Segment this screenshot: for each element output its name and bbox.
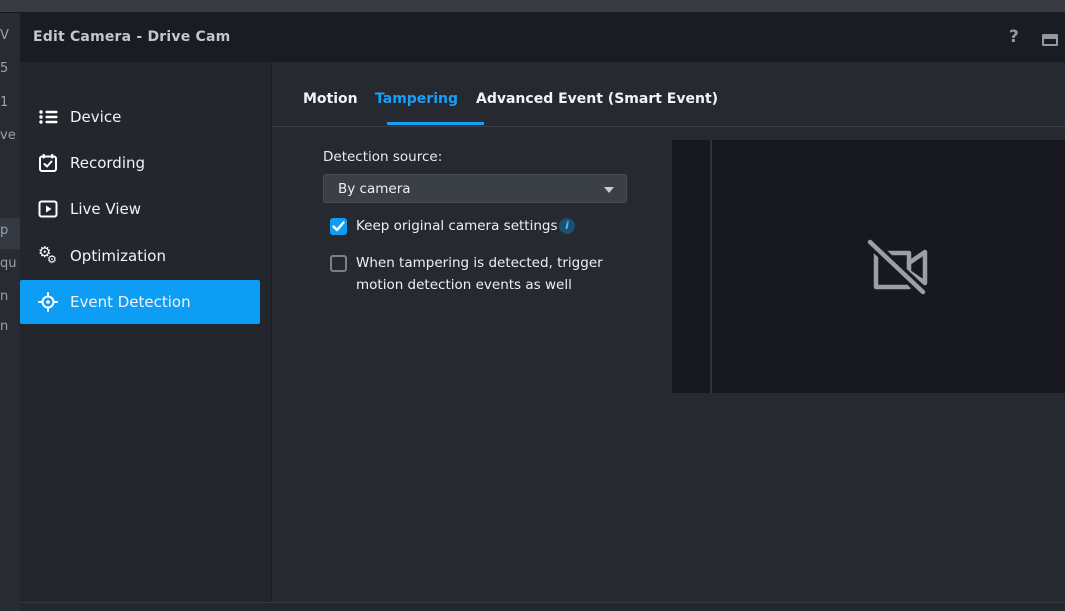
dialog-title: Edit Camera - Drive Cam	[33, 29, 230, 45]
sidebar-item-optimization[interactable]: ⚙⚙ Optimization	[20, 234, 260, 278]
trigger-motion-checkbox[interactable]	[330, 255, 347, 272]
camera-preview-pane	[672, 140, 1065, 393]
sidebar-item-device[interactable]: Device	[20, 95, 260, 139]
info-icon[interactable]: i	[559, 218, 575, 234]
edit-camera-dialog: Edit Camera - Drive Cam ? Device Recordi…	[20, 13, 1065, 611]
trigger-motion-label-line2: motion detection events as well	[356, 277, 572, 293]
tab-advanced-event[interactable]: Advanced Event (Smart Event)	[476, 91, 718, 107]
calendar-check-icon	[38, 153, 58, 173]
target-icon	[38, 292, 58, 312]
window-restore-icon[interactable]	[1042, 34, 1058, 46]
sidebar: Device Recording Live View ⚙⚙ Optimizati…	[20, 62, 272, 611]
preview-divider	[710, 140, 712, 393]
tab-content-area: Motion Tampering Advanced Event (Smart E…	[272, 62, 1065, 611]
play-screen-icon	[38, 199, 58, 219]
bg-text-fragment: V	[0, 28, 20, 43]
detection-source-select[interactable]: By camera	[323, 174, 627, 203]
sidebar-item-label: Event Detection	[70, 293, 191, 311]
list-icon	[38, 107, 58, 127]
bg-text-fragment: p	[0, 223, 20, 238]
tab-divider	[272, 126, 1065, 127]
bg-text-fragment: 1	[0, 95, 20, 110]
dialog-titlebar: Edit Camera - Drive Cam ?	[20, 13, 1065, 62]
gears-icon: ⚙⚙	[38, 246, 58, 266]
video-off-icon	[862, 235, 934, 301]
sidebar-item-label: Optimization	[70, 247, 166, 265]
sidebar-item-event-detection[interactable]: Event Detection	[20, 280, 260, 324]
trigger-motion-label-line1: When tampering is detected, trigger	[356, 255, 603, 271]
bg-text-fragment: n	[0, 289, 20, 304]
keep-settings-label: Keep original camera settings	[356, 215, 558, 237]
chevron-down-icon	[604, 187, 614, 193]
detection-source-value: By camera	[338, 181, 411, 197]
sidebar-item-recording[interactable]: Recording	[20, 141, 260, 185]
background-top-strip	[0, 0, 1065, 13]
tab-motion[interactable]: Motion	[303, 91, 358, 107]
tab-tampering[interactable]: Tampering	[375, 91, 458, 107]
active-tab-underline	[387, 122, 484, 125]
background-left-strip: V 5 1 ve p qu n n	[0, 13, 20, 611]
sidebar-item-live-view[interactable]: Live View	[20, 187, 260, 231]
sidebar-item-label: Live View	[70, 200, 141, 218]
bg-text-fragment: qu	[0, 256, 20, 271]
bg-text-fragment: 5	[0, 61, 20, 76]
dialog-footer	[20, 603, 1065, 611]
help-icon[interactable]: ?	[1009, 27, 1019, 47]
bg-text-fragment: n	[0, 319, 20, 334]
keep-settings-checkbox[interactable]	[330, 218, 347, 235]
detection-source-label: Detection source:	[323, 149, 442, 165]
sidebar-item-label: Recording	[70, 154, 145, 172]
sidebar-item-label: Device	[70, 108, 121, 126]
bg-text-fragment: ve	[0, 128, 20, 143]
trigger-motion-label: When tampering is detected, trigger moti…	[356, 252, 603, 296]
